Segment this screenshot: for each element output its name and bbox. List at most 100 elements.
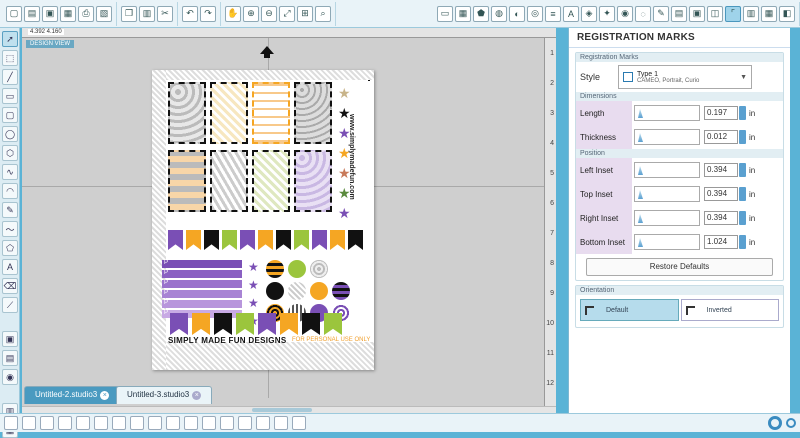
cut-icon[interactable]: ✂ [157,5,173,22]
library-icon[interactable]: ▤ [671,5,687,22]
replicate-icon[interactable]: ✦ [599,5,615,22]
weld-icon[interactable] [148,416,162,430]
page-setup-icon[interactable]: ▭ [437,5,453,22]
regular-polygon-icon[interactable]: ⬠ [2,240,18,256]
purple-banner[interactable]: P [162,300,242,308]
save-as-icon[interactable]: ▦ [60,5,76,22]
thickness-input[interactable]: 0.012 [704,130,738,144]
document-tab[interactable]: Untitled-3.studio3 × [116,386,213,404]
zoom-in-icon[interactable]: ⊕ [243,5,259,22]
redo-icon[interactable]: ↷ [200,5,216,22]
lock-icon[interactable] [292,416,306,430]
sticker-tile[interactable] [294,150,332,212]
freehand-tool-icon[interactable]: ✎ [2,202,18,218]
length-stepper[interactable] [739,106,746,120]
bottom-inset-stepper[interactable] [739,235,746,249]
flag-sticker[interactable] [186,230,201,250]
zoom-custom-icon[interactable]: ⌕ [315,5,331,22]
rotate-icon[interactable] [238,416,252,430]
orientation-inverted-option[interactable]: Inverted [680,299,779,321]
design-view-icon[interactable]: ▣ [2,331,18,347]
scrollbar-thumb[interactable] [252,408,312,412]
circle-sticker[interactable] [288,260,306,278]
restore-defaults-button[interactable]: Restore Defaults [586,258,773,276]
sticker-tile[interactable] [168,82,206,144]
smooth-freehand-icon[interactable]: 〜 [2,221,18,237]
pixscan-icon[interactable]: ▦ [761,5,777,22]
circle-sticker[interactable] [266,260,284,278]
bring-forward-icon[interactable] [112,416,126,430]
fill-icon[interactable]: ◍ [491,5,507,22]
pentagon-icon[interactable]: ⬟ [473,5,489,22]
horizontal-scrollbar[interactable] [22,406,556,413]
ungroup-icon[interactable] [22,416,36,430]
star-sticker[interactable]: ★ [248,278,259,292]
left-inset-stepper[interactable] [739,163,746,177]
offset-icon[interactable] [166,416,180,430]
flag-sticker[interactable] [348,230,363,250]
rectangle-tool-icon[interactable]: ▭ [2,88,18,104]
purple-banner[interactable]: P [162,260,242,268]
cut-settings-icon[interactable]: ◫ [707,5,723,22]
copy-icon[interactable]: ❐ [121,5,137,22]
flag-sticker[interactable] [222,230,237,250]
sticker-tile[interactable] [294,82,332,144]
left-inset-input[interactable]: 0.394 [704,163,738,177]
grid-icon[interactable]: ▦ [455,5,471,22]
settings-gear-icon[interactable] [786,418,796,428]
fit-page-icon[interactable]: ⊞ [297,5,313,22]
line-color-icon[interactable]: ◎ [527,5,543,22]
zoom-out-icon[interactable]: ⊖ [261,5,277,22]
edit-points-icon[interactable]: ⬚ [2,50,18,66]
thickness-stepper[interactable] [739,130,746,144]
sticker-tile[interactable] [210,150,248,212]
mirror-icon[interactable] [274,416,288,430]
zoom-selection-icon[interactable]: ⤢ [279,5,295,22]
library-view-icon[interactable]: ▤ [2,350,18,366]
eraser-tool-icon[interactable]: ⌫ [2,278,18,294]
length-input[interactable]: 0.197 [704,106,738,120]
save-icon[interactable]: ▣ [42,5,58,22]
open-file-icon[interactable]: ▤ [24,5,40,22]
ellipse-tool-icon[interactable]: ◯ [2,126,18,142]
slider-handle[interactable] [638,166,643,175]
right-inset-slider[interactable] [634,210,700,226]
curve-tool-icon[interactable]: ∿ [2,164,18,180]
rounded-rectangle-icon[interactable]: ▢ [2,107,18,123]
star-sticker[interactable]: ★ [338,206,351,220]
length-slider[interactable] [634,105,700,121]
line-tool-icon[interactable]: ╱ [2,69,18,85]
release-compound-icon[interactable] [58,416,72,430]
design-canvas[interactable]: 4.392 4.160 1 2 3 4 5 6 7 8 9 10 11 12 D… [22,28,556,406]
slider-handle[interactable] [638,238,643,247]
make-compound-icon[interactable] [40,416,54,430]
slider-handle[interactable] [638,109,643,118]
style-dropdown[interactable]: Type 1 CAMEO, Portrait, Curio ▼ [618,65,753,89]
sticker-tile[interactable] [252,150,290,212]
purple-banner[interactable]: P [162,270,242,278]
transform-icon[interactable]: ◈ [581,5,597,22]
print-icon[interactable]: ⎙ [78,5,94,22]
offset-icon[interactable]: ◌ [635,5,651,22]
circle-sticker[interactable] [332,282,350,300]
registration-marks-icon[interactable]: ⌜ [725,5,741,22]
flag-sticker[interactable] [276,230,291,250]
circle-sticker[interactable] [288,282,306,300]
group-icon[interactable] [4,416,18,430]
text-style-icon[interactable]: A [563,5,579,22]
left-inset-slider[interactable] [634,162,700,178]
text-tool-icon[interactable]: A [2,259,18,275]
undo-icon[interactable]: ↶ [182,5,198,22]
star-sticker[interactable]: ★ [248,296,259,310]
circle-sticker[interactable] [310,282,328,300]
sticker-tile[interactable] [168,150,206,212]
settings-gear-icon[interactable] [768,416,782,430]
flag-sticker[interactable] [312,230,327,250]
flag-sticker[interactable] [258,230,273,250]
send-icon[interactable]: ▧ [96,5,112,22]
thickness-slider[interactable] [634,129,700,145]
close-icon[interactable]: × [100,391,110,400]
top-inset-input[interactable]: 0.394 [704,187,738,201]
modify-icon[interactable]: ◉ [617,5,633,22]
send-to-silhouette-icon[interactable]: ▥ [743,5,759,22]
